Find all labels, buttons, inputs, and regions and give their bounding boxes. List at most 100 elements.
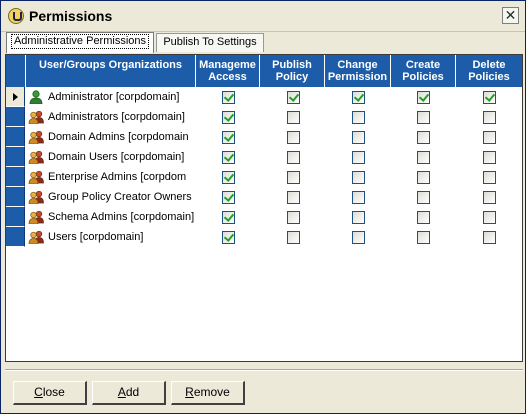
header-user-groups[interactable]: User/Groups Organizations bbox=[26, 55, 196, 87]
remove-label-rest: emove bbox=[193, 385, 230, 399]
add-button[interactable]: Add bbox=[92, 381, 166, 405]
table-row[interactable]: Domain Users [corpdomain] bbox=[6, 147, 522, 167]
user-name: Group Policy Creator Owners bbox=[48, 191, 192, 203]
user-cell[interactable]: Users [corpdomain] bbox=[26, 227, 196, 247]
remove-button[interactable]: Remove bbox=[171, 381, 245, 405]
user-cell[interactable]: Administrator [corpdomain] bbox=[26, 87, 196, 107]
remove-mnemonic: R bbox=[185, 385, 194, 399]
group-icon bbox=[28, 130, 44, 144]
header-publish-policy[interactable]: Publish Policy bbox=[260, 55, 325, 87]
tab-label: Publish To Settings bbox=[163, 36, 257, 48]
header-create-policies[interactable]: Create Policies bbox=[391, 55, 456, 87]
user-name: Users [corpdomain] bbox=[48, 231, 144, 243]
group-icon bbox=[28, 210, 44, 224]
change-permission-checkbox[interactable] bbox=[352, 191, 365, 204]
create-policies-checkbox[interactable] bbox=[417, 151, 430, 164]
delete-policies-checkbox[interactable] bbox=[483, 191, 496, 204]
table-row[interactable]: Administrators [corpdomain] bbox=[6, 107, 522, 127]
delete-policies-checkbox[interactable] bbox=[483, 111, 496, 124]
create-policies-checkbox[interactable] bbox=[417, 91, 430, 104]
row-header[interactable] bbox=[6, 127, 25, 147]
table-row[interactable]: Administrator [corpdomain] bbox=[6, 87, 522, 107]
user-cell[interactable]: Schema Admins [corpdomain] bbox=[26, 207, 196, 227]
permissions-grid[interactable]: User/Groups Organizations Manageme Acces… bbox=[5, 54, 523, 362]
create-policies-checkbox[interactable] bbox=[417, 211, 430, 224]
create-policies-checkbox[interactable] bbox=[417, 111, 430, 124]
title-bar[interactable]: Permissions ✕ bbox=[1, 1, 525, 32]
delete-policies-checkbox[interactable] bbox=[483, 91, 496, 104]
tab-administrative-permissions[interactable]: Administrative Permissions bbox=[6, 32, 154, 53]
change-permission-checkbox[interactable] bbox=[352, 151, 365, 164]
table-row[interactable]: Domain Admins [corpdomain bbox=[6, 127, 522, 147]
table-row[interactable]: Users [corpdomain] bbox=[6, 227, 522, 247]
close-label-rest: lose bbox=[42, 385, 65, 399]
user-cell[interactable]: Domain Admins [corpdomain bbox=[26, 127, 196, 147]
publish-policy-checkbox[interactable] bbox=[287, 211, 300, 224]
user-name: Domain Users [corpdomain] bbox=[48, 151, 185, 163]
close-window-button[interactable]: ✕ bbox=[502, 7, 519, 24]
publish-policy-checkbox[interactable] bbox=[287, 91, 300, 104]
app-icon bbox=[8, 8, 24, 24]
management-access-checkbox[interactable] bbox=[222, 211, 235, 224]
group-icon bbox=[28, 150, 44, 164]
delete-policies-checkbox[interactable] bbox=[483, 211, 496, 224]
change-permission-checkbox[interactable] bbox=[352, 211, 365, 224]
grid-header: User/Groups Organizations Manageme Acces… bbox=[6, 55, 522, 87]
row-header[interactable] bbox=[6, 187, 25, 207]
management-access-checkbox[interactable] bbox=[222, 91, 235, 104]
change-permission-checkbox[interactable] bbox=[352, 171, 365, 184]
create-policies-checkbox[interactable] bbox=[417, 171, 430, 184]
user-name: Administrator [corpdomain] bbox=[48, 91, 180, 103]
delete-policies-checkbox[interactable] bbox=[483, 131, 496, 144]
management-access-checkbox[interactable] bbox=[222, 171, 235, 184]
management-access-checkbox[interactable] bbox=[222, 231, 235, 244]
header-corner bbox=[6, 55, 26, 87]
management-access-checkbox[interactable] bbox=[222, 131, 235, 144]
create-policies-checkbox[interactable] bbox=[417, 131, 430, 144]
group-icon bbox=[28, 230, 44, 244]
header-delete-policies[interactable]: Delete Policies bbox=[456, 55, 522, 87]
delete-policies-checkbox[interactable] bbox=[483, 171, 496, 184]
close-button[interactable]: Close bbox=[13, 381, 87, 405]
management-access-checkbox[interactable] bbox=[222, 111, 235, 124]
tab-publish-to-settings[interactable]: Publish To Settings bbox=[156, 33, 264, 52]
group-icon bbox=[28, 190, 44, 204]
publish-policy-checkbox[interactable] bbox=[287, 131, 300, 144]
row-header[interactable] bbox=[6, 147, 25, 167]
create-policies-checkbox[interactable] bbox=[417, 231, 430, 244]
table-row[interactable]: Schema Admins [corpdomain] bbox=[6, 207, 522, 227]
user-cell[interactable]: Domain Users [corpdomain] bbox=[26, 147, 196, 167]
publish-policy-checkbox[interactable] bbox=[287, 171, 300, 184]
publish-policy-checkbox[interactable] bbox=[287, 151, 300, 164]
change-permission-checkbox[interactable] bbox=[352, 111, 365, 124]
change-permission-checkbox[interactable] bbox=[352, 91, 365, 104]
header-change-permission[interactable]: Change Permission bbox=[325, 55, 391, 87]
close-mnemonic: C bbox=[34, 385, 43, 399]
user-cell[interactable]: Enterprise Admins [corpdom bbox=[26, 167, 196, 187]
row-header[interactable] bbox=[6, 227, 25, 247]
create-policies-checkbox[interactable] bbox=[417, 191, 430, 204]
user-name: Schema Admins [corpdomain] bbox=[48, 211, 195, 223]
user-cell[interactable]: Group Policy Creator Owners bbox=[26, 187, 196, 207]
publish-policy-checkbox[interactable] bbox=[287, 191, 300, 204]
divider bbox=[5, 369, 523, 371]
table-row[interactable]: Enterprise Admins [corpdom bbox=[6, 167, 522, 187]
change-permission-checkbox[interactable] bbox=[352, 131, 365, 144]
management-access-checkbox[interactable] bbox=[222, 151, 235, 164]
user-name: Administrators [corpdomain] bbox=[48, 111, 185, 123]
table-row[interactable]: Group Policy Creator Owners bbox=[6, 187, 522, 207]
change-permission-checkbox[interactable] bbox=[352, 231, 365, 244]
header-management-access[interactable]: Manageme Access bbox=[196, 55, 260, 87]
add-mnemonic: A bbox=[117, 385, 126, 399]
publish-policy-checkbox[interactable] bbox=[287, 111, 300, 124]
window-title: Permissions bbox=[29, 8, 113, 24]
row-header[interactable] bbox=[6, 167, 25, 187]
user-cell[interactable]: Administrators [corpdomain] bbox=[26, 107, 196, 127]
row-header[interactable] bbox=[6, 107, 25, 127]
current-row-indicator[interactable] bbox=[6, 87, 25, 107]
management-access-checkbox[interactable] bbox=[222, 191, 235, 204]
delete-policies-checkbox[interactable] bbox=[483, 231, 496, 244]
delete-policies-checkbox[interactable] bbox=[483, 151, 496, 164]
publish-policy-checkbox[interactable] bbox=[287, 231, 300, 244]
row-header[interactable] bbox=[6, 207, 25, 227]
